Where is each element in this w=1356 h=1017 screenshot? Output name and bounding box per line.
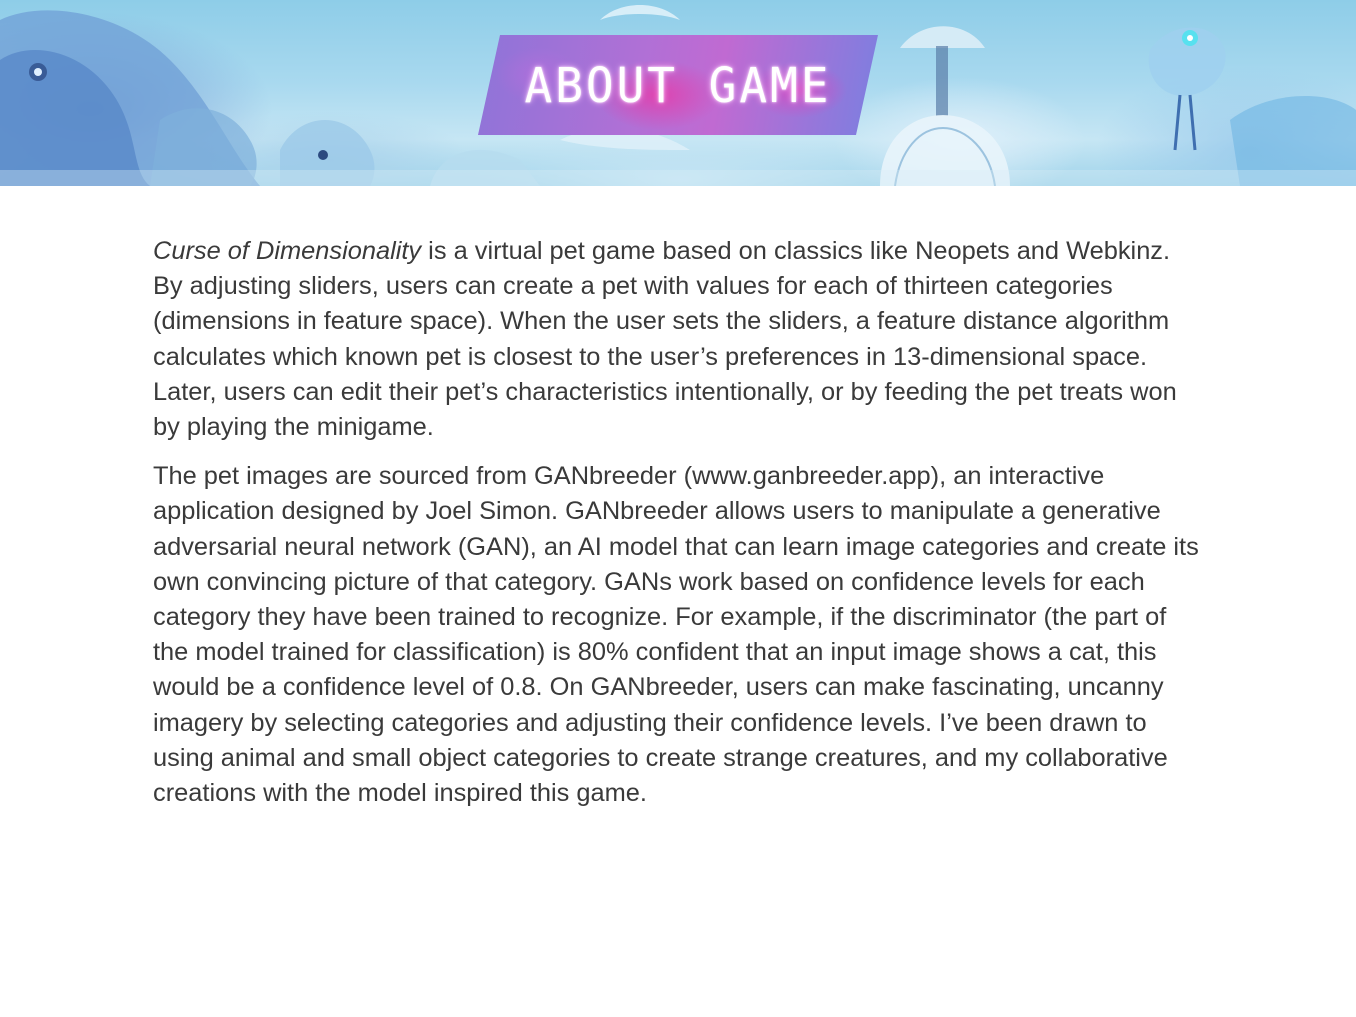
about-content: Curse of Dimensionality is a virtual pet… xyxy=(153,234,1203,825)
page-title: ABOUT GAME xyxy=(524,56,832,114)
about-paragraph-2: The pet images are sourced from GANbreed… xyxy=(153,459,1203,811)
about-paragraph-1: Curse of Dimensionality is a virtual pet… xyxy=(153,234,1203,445)
header-banner: ABOUT GAME xyxy=(0,0,1356,186)
paragraph-1-text: is a virtual pet game based on classics … xyxy=(153,237,1177,442)
paragraph-2-text: The pet images are sourced from GANbreed… xyxy=(153,462,1199,808)
game-title: Curse of Dimensionality xyxy=(153,237,422,265)
